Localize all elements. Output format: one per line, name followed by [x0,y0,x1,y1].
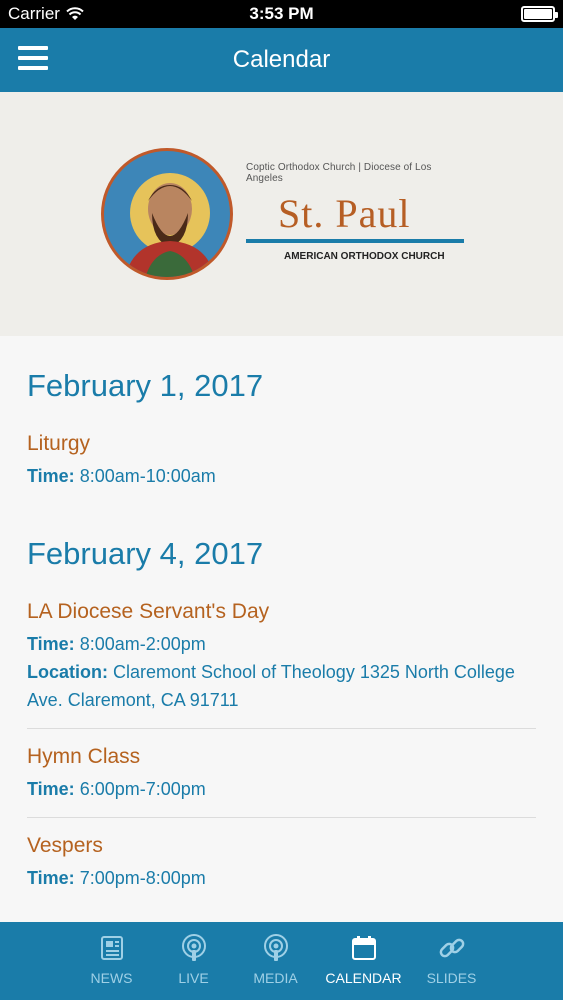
event-item[interactable]: Liturgy Time: 8:00am-10:00am [27,432,536,504]
tab-news[interactable]: NEWS [73,922,151,1000]
page-title: Calendar [232,46,331,73]
event-time: Time: 6:00pm-7:00pm [27,779,206,799]
event-item[interactable]: Vespers Time: 7:00pm-8:00pm [27,834,536,906]
event-title: LA Diocese Servant's Day [27,600,270,623]
event-time: Time: 7:00pm-8:00pm [27,868,206,888]
tab-label: SLIDES [426,970,477,986]
status-time: 3:53 PM [249,4,314,23]
diocese-line: Coptic Orthodox Church | Diocese of Los … [246,162,432,184]
tab-bar: NEWS LIVE MEDIA CALENDAR SLIDES [0,922,563,1000]
church-banner: Coptic Orthodox Church | Diocese of Los … [0,92,563,336]
news-icon [100,936,123,960]
tab-live[interactable]: LIVE [155,922,233,1000]
calendar-list[interactable]: February 1, 2017 Liturgy Time: 8:00am-10… [0,336,563,922]
saint-icon [101,148,233,280]
logo-divider [246,239,464,243]
church-subtitle: AMERICAN ORTHODOX CHURCH [284,251,445,262]
tab-label: CALENDAR [325,970,402,986]
tab-slides[interactable]: SLIDES [413,922,491,1000]
tab-calendar[interactable]: CALENDAR [319,922,409,1000]
status-bar: Carrier 3:53 PM [0,0,563,28]
live-icon [181,934,206,961]
menu-button[interactable] [18,46,48,72]
tab-label: NEWS [90,970,133,986]
calendar-icon [351,936,376,960]
event-title: Liturgy [27,432,91,455]
church-logo: Coptic Orthodox Church | Diocese of Los … [246,162,466,262]
app-header: Calendar [0,28,563,92]
tab-label: MEDIA [253,970,298,986]
event-item[interactable]: Hymn Class Time: 6:00pm-7:00pm [27,745,536,818]
event-location: Location: Claremont School of Theology 1… [27,662,515,710]
link-icon [439,938,464,958]
date-heading: February 4, 2017 [27,536,264,571]
church-name: St. Paul [278,191,411,236]
event-item[interactable]: LA Diocese Servant's Day Time: 8:00am-2:… [27,600,536,729]
tab-label: LIVE [178,970,209,986]
day-section: February 1, 2017 Liturgy Time: 8:00am-10… [27,368,536,504]
battery-icon [521,6,558,22]
event-title: Hymn Class [27,745,141,768]
event-time: Time: 8:00am-10:00am [27,466,216,486]
day-section: February 4, 2017 LA Diocese Servant's Da… [27,536,536,906]
event-title: Vespers [27,834,103,857]
media-icon [263,934,288,961]
date-heading: February 1, 2017 [27,368,264,403]
tab-media[interactable]: MEDIA [237,922,315,1000]
event-time: Time: 8:00am-2:00pm [27,634,206,654]
